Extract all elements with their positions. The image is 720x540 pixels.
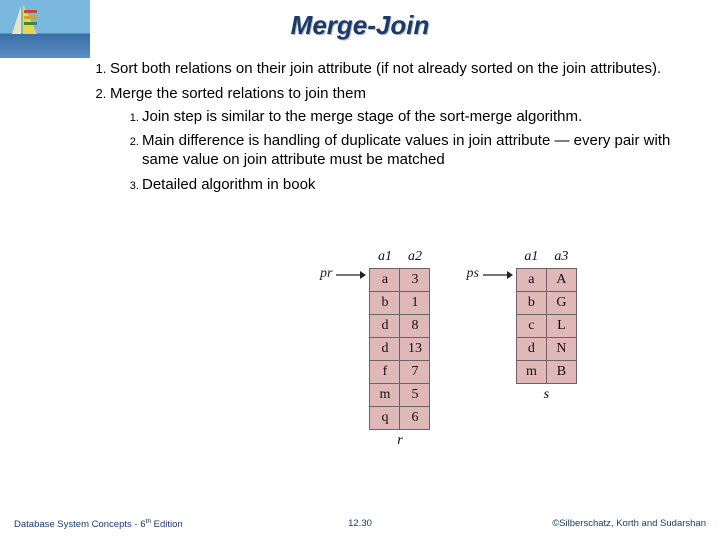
bullet-1: Sort both relations on their join attrib… <box>110 60 690 79</box>
bullet-2-2-text: Main difference is handling of duplicate… <box>142 132 670 168</box>
relation-s-table: a1a3aAbGcLdNmB <box>516 248 577 384</box>
table-cell: d <box>370 338 400 361</box>
table-row: q6 <box>370 407 430 430</box>
table-row: bG <box>516 292 576 315</box>
table-row: f7 <box>370 361 430 384</box>
table-row: m5 <box>370 384 430 407</box>
table-cell: N <box>546 338 576 361</box>
slide-title: Merge-Join <box>0 0 720 41</box>
relation-s-block: ps a1a3aAbGcLdNmB s <box>466 248 576 403</box>
table-row: cL <box>516 315 576 338</box>
merge-join-figure: pr a1a2a3b1d8d13f7m5q6 r ps a1a3aAbGcLdN… <box>320 248 577 449</box>
table-cell: m <box>516 361 546 384</box>
table-row: mB <box>516 361 576 384</box>
table-cell: 1 <box>400 292 430 315</box>
bullet-2-2: Main difference is handling of duplicate… <box>142 132 690 170</box>
table-cell: d <box>516 338 546 361</box>
slide-logo <box>0 0 90 58</box>
table-row: a3 <box>370 269 430 292</box>
arrow-icon <box>483 268 513 282</box>
pointer-s-label: ps <box>466 266 478 282</box>
table-cell: 6 <box>400 407 430 430</box>
bullet-2-1: Join step is similar to the merge stage … <box>142 108 690 127</box>
table-cell: a <box>516 269 546 292</box>
footer-right: ©Silberschatz, Korth and Sudarshan <box>552 518 706 530</box>
table-cell: m <box>370 384 400 407</box>
table-cell: G <box>546 292 576 315</box>
column-header: a1 <box>516 248 546 269</box>
relation-r-table: a1a2a3b1d8d13f7m5q6 <box>369 248 430 430</box>
column-header: a2 <box>400 248 430 269</box>
relation-s-name: s <box>544 387 549 403</box>
table-cell: c <box>516 315 546 338</box>
footer-left: Database System Concepts - 6th Edition <box>14 518 183 530</box>
slide-content: Sort both relations on their join attrib… <box>88 60 690 201</box>
table-cell: 5 <box>400 384 430 407</box>
table-cell: 3 <box>400 269 430 292</box>
bullet-2-3-text: Detailed algorithm in book <box>142 176 315 193</box>
arrow-icon <box>336 268 366 282</box>
table-cell: b <box>370 292 400 315</box>
table-cell: B <box>546 361 576 384</box>
relation-r-name: r <box>397 433 402 449</box>
table-row: aA <box>516 269 576 292</box>
table-cell: b <box>516 292 546 315</box>
column-header: a1 <box>370 248 400 269</box>
table-row: d8 <box>370 315 430 338</box>
table-row: dN <box>516 338 576 361</box>
table-cell: A <box>546 269 576 292</box>
table-row: d13 <box>370 338 430 361</box>
bullet-2: Merge the sorted relations to join them … <box>110 85 690 195</box>
relation-r-block: pr a1a2a3b1d8d13f7m5q6 r <box>320 248 430 449</box>
table-cell: f <box>370 361 400 384</box>
table-cell: d <box>370 315 400 338</box>
table-cell: 13 <box>400 338 430 361</box>
table-cell: q <box>370 407 400 430</box>
table-cell: 8 <box>400 315 430 338</box>
table-cell: a <box>370 269 400 292</box>
bullet-1-text: Sort both relations on their join attrib… <box>110 60 661 77</box>
bullet-2-1-text: Join step is similar to the merge stage … <box>142 108 582 125</box>
footer-page-number: 12.30 <box>348 518 372 529</box>
table-cell: L <box>546 315 576 338</box>
bullet-2-3: Detailed algorithm in book <box>142 176 690 195</box>
table-row: b1 <box>370 292 430 315</box>
bullet-2-text: Merge the sorted relations to join them <box>110 85 366 102</box>
slide-footer: Database System Concepts - 6th Edition 1… <box>0 518 720 530</box>
pointer-r-label: pr <box>320 266 332 282</box>
table-cell: 7 <box>400 361 430 384</box>
column-header: a3 <box>546 248 576 269</box>
